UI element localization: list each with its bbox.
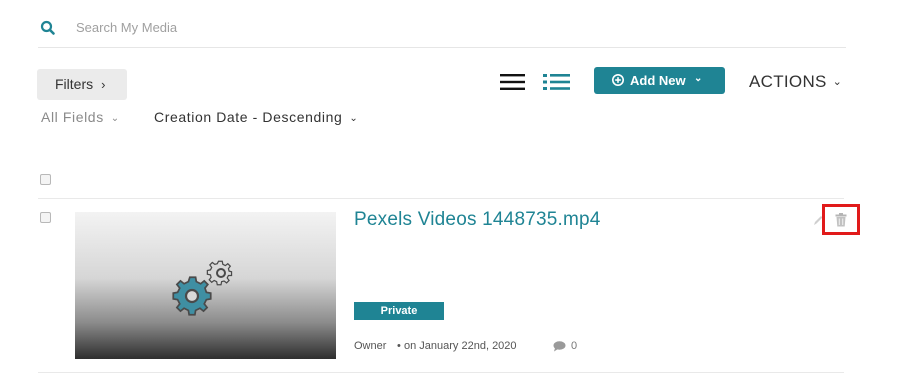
divider [38, 372, 844, 373]
chevron-down-icon: ⌄ [110, 113, 120, 124]
chevron-down-icon: ⌄ [349, 113, 359, 124]
list-view-icon[interactable] [500, 73, 526, 91]
comment-count: 0 [571, 340, 578, 352]
select-media-checkbox[interactable] [40, 212, 51, 223]
search-icon[interactable] [40, 20, 56, 36]
media-thumbnail[interactable] [75, 212, 336, 359]
field-filter-label: All Fields [41, 109, 104, 125]
select-all-checkbox[interactable] [40, 174, 51, 185]
add-new-label: Add New [630, 73, 686, 88]
chevron-right-icon: › [101, 77, 106, 92]
actions-dropdown[interactable]: ACTIONS ⌄ [749, 72, 842, 92]
privacy-badge: Private [354, 302, 444, 320]
detailed-view-icon[interactable] [543, 73, 570, 91]
search-input[interactable] [76, 16, 576, 38]
delete-button[interactable] [822, 204, 860, 235]
sort-label: Creation Date - Descending [154, 109, 343, 125]
owner-label: Owner [354, 340, 387, 352]
creation-date: on January 22nd, 2020 [404, 340, 517, 352]
filters-label: Filters [55, 76, 94, 92]
search-bar [38, 10, 846, 48]
chevron-down-icon: ⌄ [694, 73, 703, 84]
field-filter-dropdown[interactable]: All Fields ⌄ [41, 109, 120, 125]
gears-icon [172, 260, 233, 316]
media-title-link[interactable]: Pexels Videos 1448735.mp4 [354, 209, 601, 231]
comment-icon [553, 341, 566, 352]
divider [38, 198, 844, 199]
plus-circle-icon [612, 74, 624, 86]
meta-separator: • [397, 340, 401, 352]
actions-label: ACTIONS [749, 72, 827, 91]
trash-icon [835, 213, 847, 227]
filters-button[interactable]: Filters › [37, 69, 127, 100]
sort-dropdown[interactable]: Creation Date - Descending ⌄ [154, 109, 358, 125]
add-new-button[interactable]: Add New ⌄ [594, 67, 725, 94]
chevron-down-icon: ⌄ [832, 76, 843, 88]
